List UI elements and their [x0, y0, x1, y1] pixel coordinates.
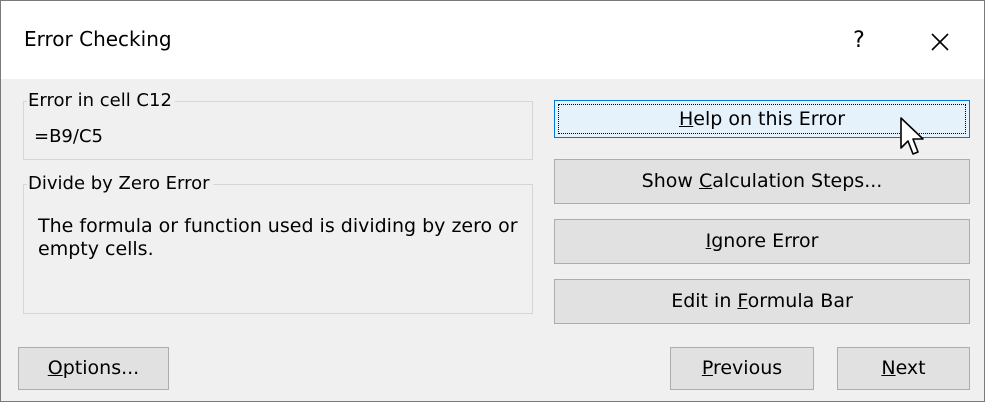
close-icon: [931, 32, 949, 51]
error-formula: =B9/C5: [34, 126, 103, 147]
next-label: Next: [881, 357, 926, 379]
ignore-error-button[interactable]: Ignore Error: [554, 219, 970, 264]
options-button[interactable]: Options...: [18, 347, 169, 390]
dialog-title: Error Checking: [24, 27, 172, 51]
close-button[interactable]: [917, 19, 963, 63]
help-on-error-button[interactable]: Help on this Error: [554, 100, 970, 138]
help-on-error-label: Help on this Error: [678, 108, 846, 130]
error-type-label: Divide by Zero Error: [27, 172, 213, 196]
previous-button[interactable]: Previous: [670, 347, 814, 390]
options-label: Options...: [47, 357, 140, 379]
help-button[interactable]: ?: [839, 21, 879, 61]
edit-in-formula-bar-button[interactable]: Edit in Formula Bar: [554, 279, 970, 324]
show-calculation-steps-label: Show Calculation Steps...: [641, 170, 883, 192]
error-location-group: Error in cell C12 =B9/C5: [23, 89, 533, 160]
title-bar: Error Checking ?: [1, 1, 984, 79]
error-type-group: Divide by Zero Error The formula or func…: [23, 172, 533, 314]
show-calculation-steps-button[interactable]: Show Calculation Steps...: [554, 159, 970, 204]
edit-in-formula-bar-label: Edit in Formula Bar: [671, 290, 853, 312]
next-button[interactable]: Next: [837, 347, 970, 390]
ignore-error-label: Ignore Error: [705, 230, 819, 252]
error-checking-dialog: Error Checking ? Error in cell C12 =B9/C…: [0, 0, 985, 402]
previous-label: Previous: [701, 357, 783, 379]
error-description: The formula or function used is dividing…: [38, 215, 518, 260]
error-location-label: Error in cell C12: [27, 89, 175, 113]
